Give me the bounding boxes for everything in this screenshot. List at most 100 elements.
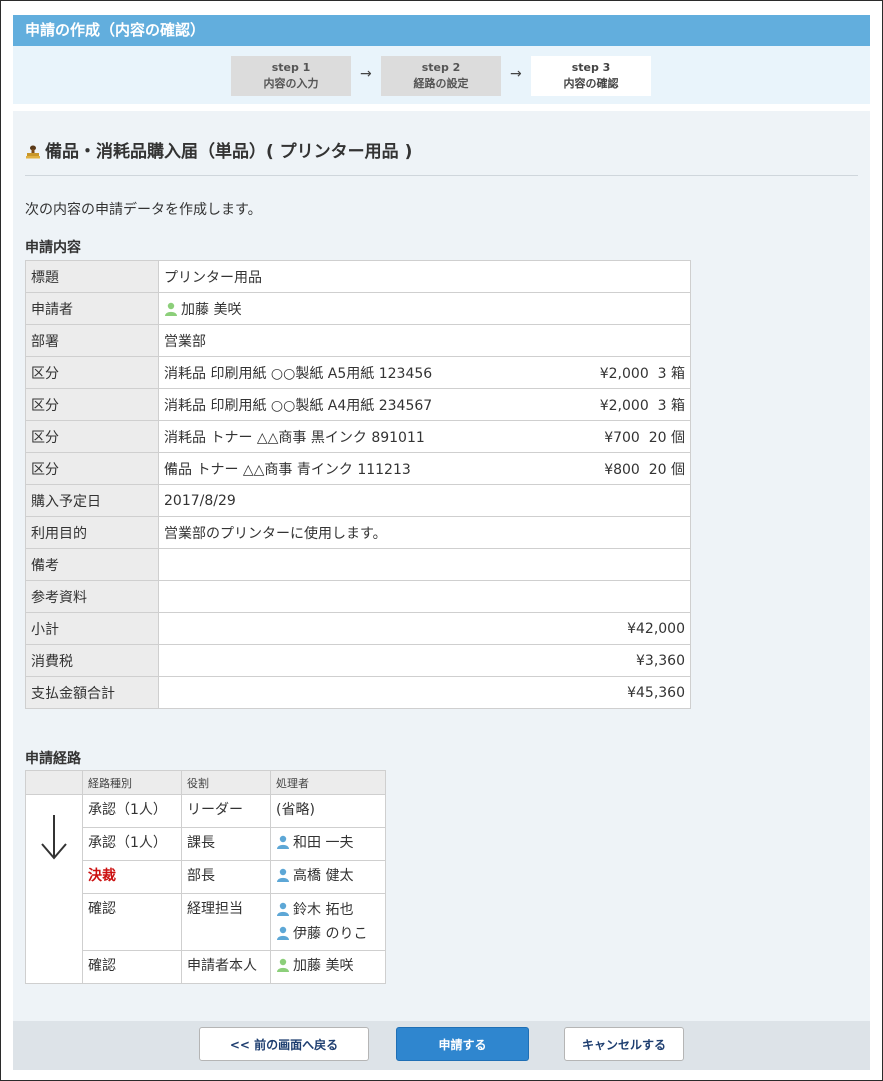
route-type: 承認（1人） <box>82 827 182 861</box>
person-name: 加藤 美咲 <box>293 958 354 974</box>
route-heading: 申請経路 <box>25 751 81 767</box>
user-icon <box>277 926 289 940</box>
route-header-row: 経路種別 役割 処理者 <box>25 770 386 795</box>
item-qty: 20 個 <box>648 461 685 478</box>
title-divider <box>25 175 858 176</box>
item-price: ¥800 <box>604 461 640 478</box>
item-price: ¥700 <box>604 429 640 446</box>
step-arrow-icon: → <box>360 66 372 82</box>
item-value: 消耗品 トナー △△商事 黒インク 891011 ¥700 20 個 <box>158 420 691 453</box>
total-value: ¥45,360 <box>158 676 691 709</box>
submit-button[interactable]: 申請する <box>396 1027 529 1061</box>
item-qty: 3 箱 <box>657 365 685 382</box>
step-indicator: step 1 内容の入力 → step 2 経路の設定 → step 3 内容の… <box>13 46 870 104</box>
step-3-number: step 3 <box>571 61 611 74</box>
route-person: 鈴木 拓也 伊藤 のりこ <box>270 893 386 951</box>
main-content: 備品・消耗品購入届（単品）( プリンター用品 ) 次の内容の申請データを作成しま… <box>13 111 870 1021</box>
table-row: 消費税 ¥3,360 <box>25 644 691 677</box>
column-header: 役割 <box>181 770 271 795</box>
purchase-date-value: 2017/8/29 <box>158 484 691 517</box>
arrow-down-icon <box>41 815 67 860</box>
item-price: ¥2,000 <box>599 365 649 382</box>
item-value: 消耗品 印刷用紙 ○○製紙 A5用紙 123456 ¥2,000 3 箱 <box>158 356 691 389</box>
field-label: 購入予定日 <box>25 484 159 517</box>
back-button[interactable]: << 前の画面へ戻る <box>199 1027 369 1061</box>
field-label: 申請者 <box>25 292 159 325</box>
field-label: 小計 <box>25 612 159 645</box>
table-row: 標題 プリンター用品 <box>25 260 691 293</box>
table-row: 申請者 加藤 美咲 <box>25 292 691 325</box>
reference-value <box>158 580 691 613</box>
route-arrow-header <box>25 770 83 795</box>
footer-bar: << 前の画面へ戻る 申請する キャンセルする <box>13 1021 870 1070</box>
table-row: 区分 消耗品 印刷用紙 ○○製紙 A5用紙 123456 ¥2,000 3 箱 <box>25 356 691 389</box>
field-label: 標題 <box>25 260 159 293</box>
column-header: 処理者 <box>270 770 386 795</box>
field-label: 区分 <box>25 356 159 389</box>
route-type: 確認 <box>82 950 182 984</box>
route-type: 承認（1人） <box>82 794 182 828</box>
field-label: 備考 <box>25 548 159 581</box>
field-label: 区分 <box>25 420 159 453</box>
route-role: 経理担当 <box>181 893 271 951</box>
table-row: 備考 <box>25 548 691 581</box>
table-row: ↓ 承認（1人） リーダー (省略) <box>25 794 386 984</box>
person-name: 高橋 健太 <box>293 868 354 884</box>
intro-text: 次の内容の申請データを作成します。 <box>25 202 262 218</box>
field-label: 消費税 <box>25 644 159 677</box>
table-row: 小計 ¥42,000 <box>25 612 691 645</box>
route-person: (省略) <box>270 794 386 828</box>
step-arrow-icon: → <box>510 66 522 82</box>
item-qty: 3 箱 <box>657 397 685 414</box>
column-header: 経路種別 <box>82 770 182 795</box>
step-3-label: 内容の確認 <box>563 77 619 90</box>
content-table: 標題 プリンター用品 申請者 加藤 美咲 部署 営業部 区分 消耗品 印刷用紙 … <box>25 260 691 709</box>
route-role: リーダー <box>181 794 271 828</box>
table-row: 購入予定日 2017/8/29 <box>25 484 691 517</box>
user-icon <box>165 302 177 316</box>
remarks-value <box>158 548 691 581</box>
content-heading: 申請内容 <box>25 240 81 256</box>
route-type-kessai: 決裁 <box>82 860 182 894</box>
table-row: 区分 消耗品 トナー △△商事 黒インク 891011 ¥700 20 個 <box>25 420 691 453</box>
purpose-value: 営業部のプリンターに使用します。 <box>158 516 691 549</box>
form-title: 備品・消耗品購入届（単品）( プリンター用品 ) <box>25 137 412 162</box>
route-person: 加藤 美咲 <box>270 950 386 984</box>
item-desc: 消耗品 トナー △△商事 黒インク 891011 <box>164 429 425 446</box>
route-role: 課長 <box>181 827 271 861</box>
step-2-number: step 2 <box>421 61 461 74</box>
user-icon <box>277 835 289 849</box>
table-row: 参考資料 <box>25 580 691 613</box>
app-window: 申請の作成（内容の確認） step 1 内容の入力 → step 2 経路の設定… <box>0 0 883 1081</box>
stamp-icon <box>26 145 40 159</box>
page-header: 申請の作成（内容の確認） <box>13 15 870 46</box>
route-role: 申請者本人 <box>181 950 271 984</box>
field-label: 支払金額合計 <box>25 676 159 709</box>
route-person: 和田 一夫 <box>270 827 386 861</box>
applicant-name: 加藤 美咲 <box>181 301 242 318</box>
step-1: step 1 内容の入力 <box>231 56 351 96</box>
department-value: 営業部 <box>158 324 691 357</box>
route-flow-cell: ↓ <box>25 794 83 984</box>
applicant-value: 加藤 美咲 <box>158 292 691 325</box>
table-row: 区分 消耗品 印刷用紙 ○○製紙 A4用紙 234567 ¥2,000 3 箱 <box>25 388 691 421</box>
person-name: 伊藤 のりこ <box>293 926 368 942</box>
table-row: 部署 営業部 <box>25 324 691 357</box>
field-label: 利用目的 <box>25 516 159 549</box>
step-1-label: 内容の入力 <box>263 77 319 90</box>
item-desc: 消耗品 印刷用紙 ○○製紙 A5用紙 123456 <box>164 365 433 382</box>
route-table: 経路種別 役割 処理者 ↓ 承認（1人） リーダー (省略) 承認（1人） 課長… <box>25 770 386 984</box>
tax-value: ¥3,360 <box>158 644 691 677</box>
field-label: 区分 <box>25 452 159 485</box>
item-desc: 備品 トナー △△商事 青インク 111213 <box>164 461 411 478</box>
step-2: step 2 経路の設定 <box>381 56 501 96</box>
cancel-button[interactable]: キャンセルする <box>564 1027 684 1061</box>
user-icon <box>277 958 289 972</box>
form-title-text: 備品・消耗品購入届（単品）( プリンター用品 ) <box>45 142 413 162</box>
route-role: 部長 <box>181 860 271 894</box>
item-qty: 20 個 <box>648 429 685 446</box>
field-label: 参考資料 <box>25 580 159 613</box>
user-icon <box>277 902 289 916</box>
user-icon <box>277 868 289 882</box>
table-row: 利用目的 営業部のプリンターに使用します。 <box>25 516 691 549</box>
